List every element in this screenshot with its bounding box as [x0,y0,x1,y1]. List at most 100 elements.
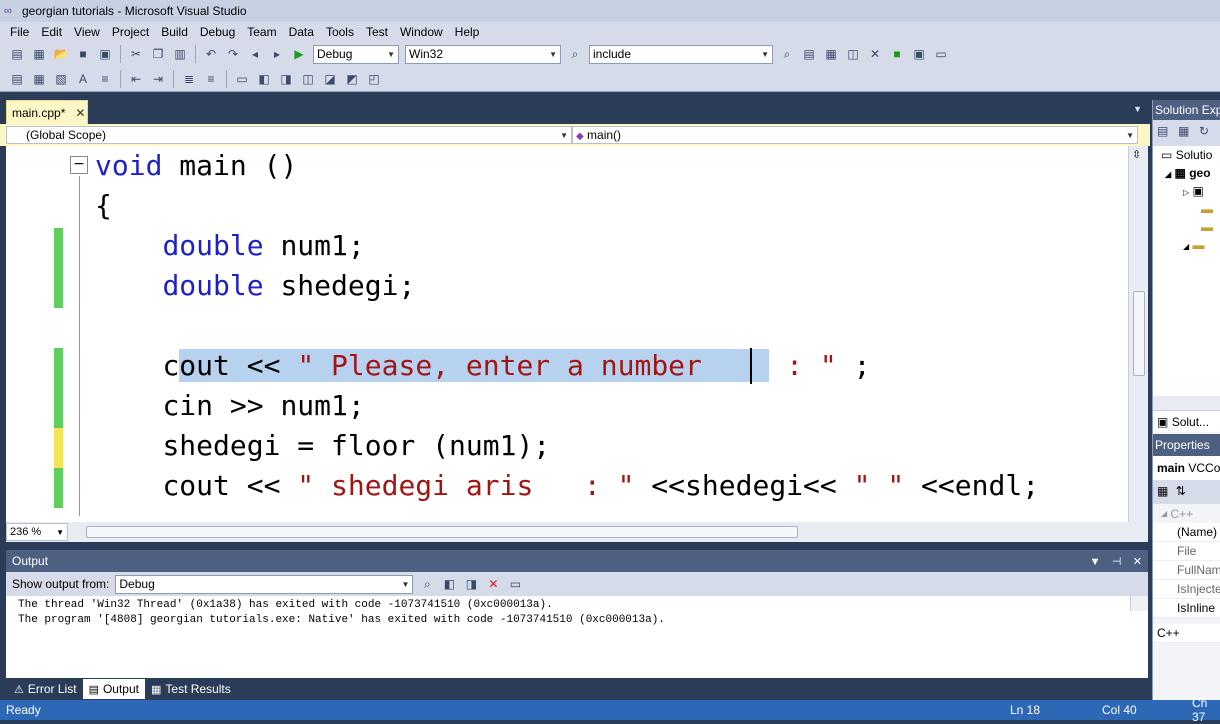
chevron-down-icon[interactable]: ▼ [1133,104,1142,114]
tab-test-results[interactable]: ▦ Test Results [145,679,237,699]
display-word-icon[interactable]: ≡ [96,70,114,88]
member-select[interactable]: ◆ main() ▼ [572,126,1138,144]
word-wrap-icon[interactable]: ▭ [506,575,524,593]
editor-horizontal-scrollbar[interactable]: 236 % ▼ [6,522,1148,542]
folder-icon[interactable]: ▬ [1201,220,1213,234]
redo-icon[interactable]: ↷ [224,45,242,63]
show-all-files-icon[interactable]: ▦ [1178,124,1195,142]
command-window-icon[interactable]: ▭ [932,45,950,63]
start-debugging-icon[interactable]: ▶ [290,45,308,63]
tree-horizontal-scrollbar[interactable] [1153,396,1220,410]
close-icon[interactable]: ✕ [1133,556,1142,568]
tree-item-project[interactable]: ◢ ▦ geo [1165,166,1211,180]
navigate-backward-icon[interactable]: ◂ [246,45,264,63]
find-in-files-icon[interactable]: ⌕ [566,45,584,63]
uncomment-icon[interactable]: ≡ [202,70,220,88]
comment-icon[interactable]: ≣ [180,70,198,88]
next-bookmark-folder-icon[interactable]: ◪ [321,70,339,88]
output-scrollbar[interactable] [1130,596,1148,611]
dropdown-icon[interactable]: ▼ [1090,556,1101,568]
start-page-icon[interactable]: ▣ [910,45,928,63]
toolbox-icon[interactable]: ✕ [866,45,884,63]
quick-info-icon[interactable]: ▧ [52,70,70,88]
menu-view[interactable]: View [68,25,106,39]
scope-select[interactable]: (Global Scope) ▼ [6,126,572,144]
previous-message-icon[interactable]: ◧ [440,575,458,593]
find-combo[interactable]: include ▼ [589,44,773,64]
tree-item[interactable]: ◢ ▬ [1183,238,1205,252]
scroll-thumb[interactable] [1133,291,1145,376]
clear-bookmarks-icon[interactable]: ◩ [343,70,361,88]
increase-indent-icon[interactable]: ⇥ [149,70,167,88]
menu-build[interactable]: Build [155,25,194,39]
split-icon[interactable]: ⇳ [1132,148,1141,161]
next-message-icon[interactable]: ◨ [462,575,480,593]
property-row[interactable]: IsInline [1153,599,1220,618]
close-icon[interactable]: ✕ [75,106,85,120]
find-message-icon[interactable]: ⌕ [418,575,436,593]
add-item-icon[interactable]: ▦ [30,45,48,63]
navigate-forward-icon[interactable]: ▸ [268,45,286,63]
parameter-info-icon[interactable]: ▦ [30,70,48,88]
copy-icon[interactable]: ❐ [149,45,167,63]
refresh-icon[interactable]: ↻ [1199,124,1216,142]
menu-test[interactable]: Test [360,25,394,39]
menu-tools[interactable]: Tools [320,25,360,39]
decrease-indent-icon[interactable]: ⇤ [127,70,145,88]
menu-window[interactable]: Window [394,25,449,39]
solution-platform-select[interactable]: Win32 ▼ [405,44,561,64]
paste-icon[interactable]: ▥ [171,45,189,63]
property-row[interactable]: (Name) [1153,523,1220,542]
object-browser-icon[interactable]: ◫ [844,45,862,63]
folder-icon[interactable]: ▬ [1201,202,1213,216]
tree-item-solution[interactable]: ▭ Solutio [1161,148,1212,162]
tab-main-cpp[interactable]: main.cpp* ✕ [6,100,88,124]
tab-output[interactable]: ▤ Output [82,679,145,699]
find-icon[interactable]: ⌕ [778,45,796,63]
scroll-thumb[interactable] [86,526,798,538]
bookmark-window-icon[interactable]: ◰ [365,70,383,88]
undo-icon[interactable]: ↶ [202,45,220,63]
alphabetical-icon[interactable]: ⇅ [1176,484,1186,498]
open-file-icon[interactable]: 📂 [52,45,70,63]
tab-solution-explorer[interactable]: ▣ Solut... [1153,410,1220,432]
categorized-icon[interactable]: ▦ [1157,484,1168,498]
property-row[interactable]: FullNam [1153,561,1220,580]
properties-icon[interactable]: ▦ [822,45,840,63]
tab-error-list[interactable]: ⚠ Error List [8,679,83,699]
editor-vertical-scrollbar[interactable]: ⇳ [1128,146,1148,522]
property-category[interactable]: ◢ C++ [1153,504,1220,523]
tree-item[interactable]: ▷ ▣ [1183,184,1204,198]
solution-explorer-icon[interactable]: ▤ [800,45,818,63]
menu-edit[interactable]: Edit [35,25,68,39]
menu-debug[interactable]: Debug [194,25,241,39]
previous-bookmark-icon[interactable]: ◧ [255,70,273,88]
save-all-icon[interactable]: ▣ [96,45,114,63]
zoom-select[interactable]: 236 % ▼ [6,523,68,541]
menu-data[interactable]: Data [283,25,320,39]
collapse-icon[interactable]: − [70,156,88,174]
solution-tree[interactable]: ▭ Solutio ◢ ▦ geo ▷ ▣ ▬ ▬ ◢ ▬ [1153,146,1220,410]
save-icon[interactable]: ■ [74,45,92,63]
toggle-bookmark-icon[interactable]: ▭ [233,70,251,88]
clear-all-icon[interactable]: ✕ [484,575,502,593]
menu-help[interactable]: Help [449,25,486,39]
pin-icon[interactable]: ⊣ [1112,556,1122,568]
word-completion-icon[interactable]: A [74,70,92,88]
solution-configuration-select[interactable]: Debug ▼ [313,44,399,64]
previous-bookmark-folder-icon[interactable]: ◫ [299,70,317,88]
properties-object-select[interactable]: main VCCo [1153,456,1220,480]
output-source-select[interactable]: Debug ▼ [115,574,414,594]
new-project-icon[interactable]: ▤ [8,45,26,63]
property-row[interactable]: File [1153,542,1220,561]
cut-icon[interactable]: ✂ [127,45,145,63]
output-text[interactable]: The thread 'Win32 Thread' (0x1a38) has e… [6,596,1148,678]
next-bookmark-icon[interactable]: ◨ [277,70,295,88]
extension-manager-icon[interactable]: ■ [888,45,906,63]
menu-team[interactable]: Team [241,25,282,39]
member-list-icon[interactable]: ▤ [8,70,26,88]
menu-file[interactable]: File [4,25,35,39]
property-row[interactable]: IsInjecte [1153,580,1220,599]
properties-icon[interactable]: ▤ [1157,124,1174,142]
code-editor[interactable]: − void main () { double num1; double she… [6,146,1148,522]
